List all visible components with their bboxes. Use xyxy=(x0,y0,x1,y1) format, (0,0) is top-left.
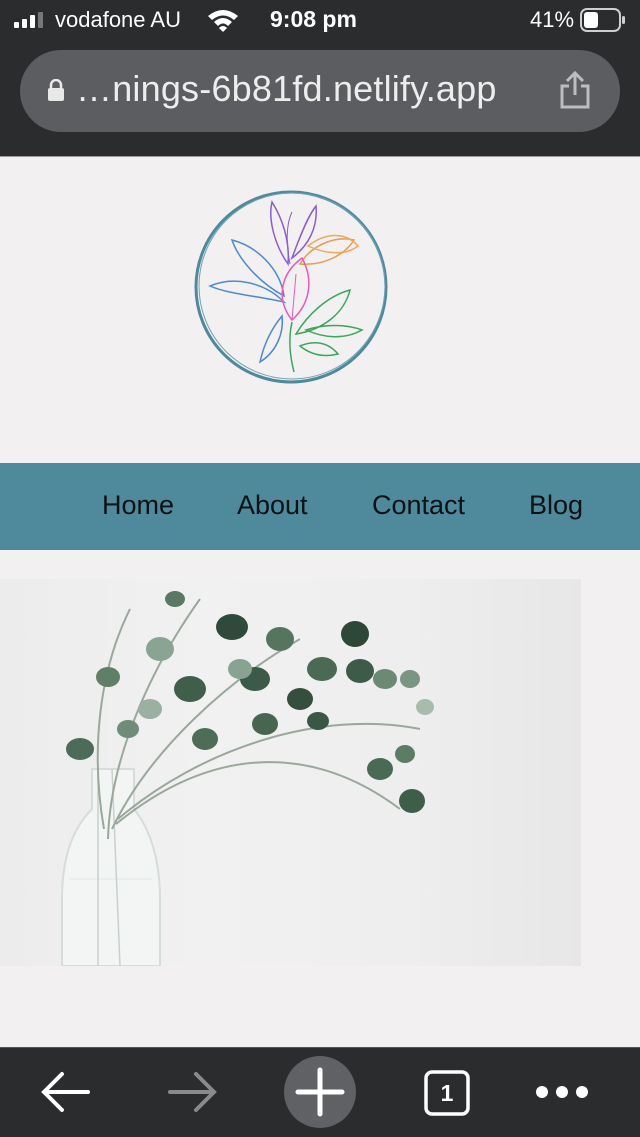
carrier-name: vodafone AU xyxy=(55,7,181,32)
tab-count: 1 xyxy=(440,1080,454,1106)
plus-icon xyxy=(295,1067,345,1117)
browser-top-chrome: vodafone AU 9:08 pm 41% …nings-6b81fd.ne… xyxy=(0,0,640,157)
nav-home-link[interactable]: Home xyxy=(102,490,174,521)
eucalyptus-leaf xyxy=(117,720,139,738)
eucalyptus-leaf xyxy=(367,758,393,780)
status-bar: vodafone AU 9:08 pm 41% xyxy=(0,0,640,42)
forward-arrow-icon[interactable] xyxy=(166,1070,220,1114)
eucalyptus-leaf xyxy=(66,738,94,760)
address-bar[interactable]: …nings-6b81fd.netlify.app xyxy=(20,50,620,132)
eucalyptus-leaf xyxy=(266,627,294,651)
nav-contact-link[interactable]: Contact xyxy=(372,490,465,521)
eucalyptus-leaf xyxy=(399,789,425,813)
more-icon[interactable] xyxy=(534,1082,590,1102)
eucalyptus-vase-illustration xyxy=(61,591,434,966)
browser-bottom-toolbar: 1 xyxy=(0,1047,640,1137)
eucalyptus-leaf xyxy=(174,676,206,702)
new-tab-button[interactable] xyxy=(284,1056,356,1128)
eucalyptus-leaf xyxy=(192,728,218,750)
eucalyptus-leaf xyxy=(373,669,397,689)
lock-icon xyxy=(48,79,64,101)
battery-percent: 41% xyxy=(530,7,575,32)
battery-icon xyxy=(580,8,625,32)
main-navigation: Home About Contact Blog xyxy=(0,463,640,550)
wifi-icon xyxy=(208,10,238,32)
eucalyptus-leaf xyxy=(165,591,185,607)
eucalyptus-leaf xyxy=(400,670,420,688)
tabs-button[interactable]: 1 xyxy=(424,1070,470,1116)
signal-bars-icon xyxy=(14,12,43,28)
clock: 9:08 pm xyxy=(270,6,357,32)
eucalyptus-leaf xyxy=(138,699,162,719)
nav-blog-link[interactable]: Blog xyxy=(529,490,583,521)
eucalyptus-leaf xyxy=(395,745,415,763)
eucalyptus-leaf xyxy=(287,688,313,710)
url-text[interactable]: …nings-6b81fd.netlify.app xyxy=(76,68,497,110)
share-icon[interactable] xyxy=(558,70,592,110)
botanical-logo[interactable] xyxy=(188,184,394,390)
nav-about-link[interactable]: About xyxy=(237,490,308,521)
hero-image xyxy=(0,579,581,966)
eucalyptus-leaf xyxy=(307,712,329,730)
chrome-divider xyxy=(0,156,640,157)
eucalyptus-leaf xyxy=(96,667,120,687)
eucalyptus-leaf xyxy=(416,699,434,715)
eucalyptus-leaf xyxy=(228,659,252,679)
eucalyptus-leaf xyxy=(216,614,248,640)
eucalyptus-leaf xyxy=(341,621,369,647)
back-arrow-icon[interactable] xyxy=(38,1070,92,1114)
eucalyptus-leaf xyxy=(252,713,278,735)
eucalyptus-leaf xyxy=(146,637,174,661)
eucalyptus-leaf xyxy=(307,657,337,681)
eucalyptus-leaf xyxy=(346,659,374,683)
